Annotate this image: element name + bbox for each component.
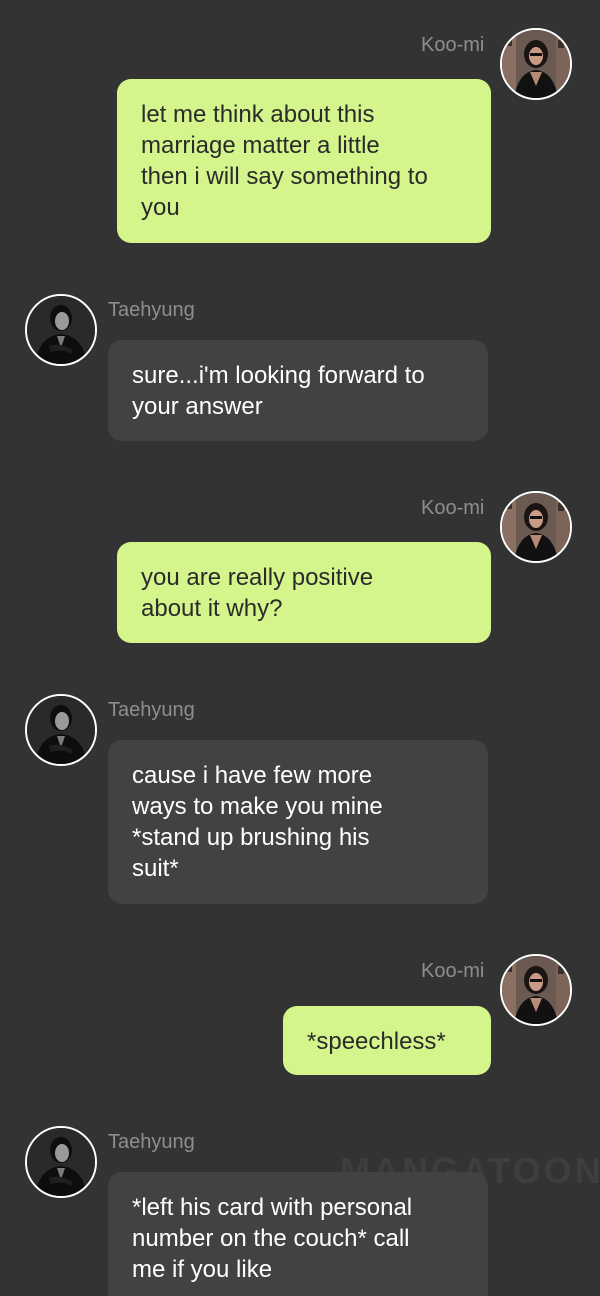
message-bubble: let me think about this marriage matter …	[117, 79, 491, 243]
message-bubble: sure...i'm looking forward to your answe…	[108, 340, 488, 441]
man-avatar-icon	[27, 1128, 95, 1196]
man-avatar-icon	[27, 296, 95, 364]
message-bubble: cause i have few more ways to make you m…	[108, 740, 488, 904]
woman-avatar-icon	[502, 30, 570, 98]
man-avatar-icon	[27, 696, 95, 764]
koomi-avatar[interactable]	[500, 954, 572, 1026]
taehyung-avatar[interactable]	[25, 694, 97, 766]
koomi-avatar[interactable]	[500, 491, 572, 563]
sender-name: Taehyung	[108, 299, 195, 321]
woman-avatar-icon	[502, 956, 570, 1024]
sender-name: Taehyung	[108, 699, 195, 721]
message-bubble: you are really positive about it why?	[117, 542, 491, 643]
taehyung-avatar[interactable]	[25, 294, 97, 366]
sender-name: Koo-mi	[421, 960, 485, 982]
message-bubble: *left his card with personal number on t…	[108, 1172, 488, 1296]
koomi-avatar[interactable]	[500, 28, 572, 100]
sender-name: Taehyung	[108, 1131, 195, 1153]
message-bubble: *speechless*	[283, 1006, 491, 1075]
taehyung-avatar[interactable]	[25, 1126, 97, 1198]
sender-name: Koo-mi	[421, 34, 485, 56]
woman-avatar-icon	[502, 493, 570, 561]
sender-name: Koo-mi	[421, 497, 485, 519]
